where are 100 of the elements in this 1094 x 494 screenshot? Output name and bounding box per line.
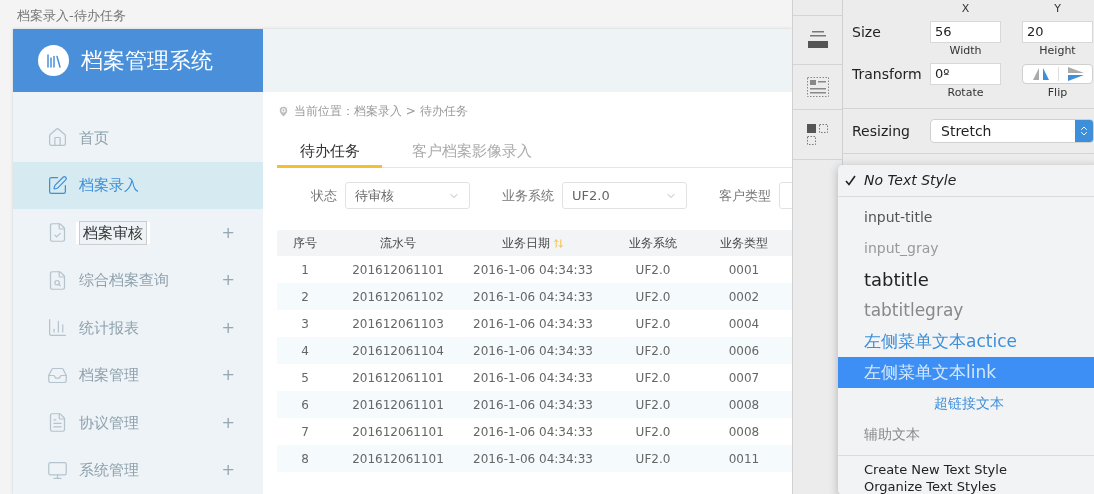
table-cell-text: 1 [301,261,309,279]
expand-sign[interactable]: + [221,224,235,241]
filter-label: 业务系统 [502,186,554,205]
flip-horizontal-icon[interactable] [1031,68,1050,80]
table-cell-text: 6 [301,396,309,414]
menu-item[interactable]: input_gray [838,233,1094,264]
expand-sign[interactable]: + [221,462,235,479]
align-bottom-icon[interactable] [805,30,830,50]
menu-item[interactable]: 辅助文本 [838,419,1094,450]
axis-label: X [960,1,971,16]
column-header[interactable]: 业务日期 [502,234,564,252]
sidebar-item[interactable]: 统计报表 + [13,304,263,352]
select-value: 待审核 [355,186,394,205]
table-cell-text: 0001 [728,261,760,279]
number-field[interactable]: 20 [1022,21,1093,43]
document-check-icon [47,222,68,244]
house-icon [47,127,68,149]
table-cell-text: 4 [301,342,309,360]
table-cell-text: 7 [301,423,309,441]
table-cell-text: 0008 [728,396,760,414]
sidebar-item[interactable]: 首页 [13,114,263,162]
location-pin-icon [277,104,290,118]
menu-item-label: No Text Style [864,170,957,190]
checkmark-icon [845,174,856,186]
artboard-title: 档案录入-待办任务 [17,6,126,25]
table-cell-text: 3 [301,315,309,333]
sidebar-item[interactable]: 综合档案查询 + [13,256,263,304]
axis-label: Y [1053,1,1062,16]
field-caption: Height [1038,43,1077,59]
breadcrumb: 当前位置：档案录入 > 待办任务 [294,103,468,120]
column-header: 流水号 [380,235,416,252]
edit-icon [47,174,68,196]
sidebar-label: 档案管理 [79,365,139,386]
number-field[interactable]: 0º [930,63,1001,85]
menu-item[interactable]: Organize Text Styles [838,478,1094,494]
field-caption: Rotate [946,85,985,101]
filter-label: 状态 [311,186,337,205]
table-cell-text: 2016-1-06 04:34:33 [473,369,593,387]
table-cell-text: 201612061101 [352,423,444,441]
menu-item[interactable]: tabtitlegray [838,295,1094,326]
sidebar-label: 首页 [79,127,109,149]
select-value: UF2.0 [572,186,610,205]
table-cell-text: UF2.0 [635,369,671,387]
flip-control[interactable] [1022,64,1093,84]
expand-sign[interactable]: + [221,367,235,384]
sidebar-item[interactable]: 系统管理 + [13,446,263,494]
sidebar-label: 档案录入 [79,175,139,196]
number-field[interactable]: 56 [930,21,1001,43]
flip-vertical-icon[interactable] [1067,67,1084,81]
resizing-select[interactable]: Stretch [930,119,1094,143]
tab[interactable]: 客户档案影像录入 [392,138,552,168]
size-label: Size [852,22,882,42]
table-cell-text: 2016-1-06 04:34:33 [473,423,593,441]
sidebar-item[interactable]: 档案管理 + [13,351,263,399]
table-cell-text: 2016-1-06 04:34:33 [473,342,593,360]
menu-item[interactable]: tabtitle [838,264,1094,295]
sidebar-item[interactable]: 协议管理 + [13,399,263,447]
menu-item[interactable]: Create New Text Style [838,461,1094,478]
sidebar-item[interactable]: 档案审核 + [13,209,263,257]
menu-item[interactable]: 左侧菜单文本link [838,357,1094,388]
tab[interactable]: 待办任务 [277,138,382,168]
filter-select[interactable]: 待审核 [345,182,470,209]
table-cell-text: 2016-1-06 04:34:33 [473,396,593,414]
resizing-label: Resizing [852,121,911,141]
layout-icon[interactable] [806,77,829,97]
monitor-icon [47,459,68,481]
table-cell-text: UF2.0 [635,261,671,279]
table-cell-text: 8 [301,450,309,468]
grid-icon[interactable] [805,122,830,147]
table-cell-text: 201612061101 [352,369,444,387]
expand-sign[interactable]: + [221,319,235,336]
table-cell-text: 0006 [728,342,760,360]
table-cell-text: UF2.0 [635,450,671,468]
table-cell-text: 201612061104 [352,342,444,360]
menu-item[interactable]: 超链接文本 [838,388,1094,419]
document-search-icon [47,269,68,291]
sidebar-label: 统计报表 [79,317,139,339]
table-cell-text: 201612061102 [352,288,444,306]
table-cell-text: 2016-1-06 04:34:33 [473,288,593,306]
filter-select[interactable]: UF2.0 [562,182,687,209]
menu-item[interactable]: 左侧菜单文本actice [838,326,1094,357]
sidebar-label: 档案审核 [79,220,147,245]
table-cell-text: UF2.0 [635,423,671,441]
expand-sign[interactable]: + [221,414,235,431]
expand-sign[interactable]: + [221,272,235,289]
column-header: 业务类型 [720,235,768,252]
table-cell-text: UF2.0 [635,396,671,414]
menu-item[interactable]: input-title [838,202,1094,233]
menu-item[interactable]: No Text Style [838,169,1094,191]
table-cell-text: 201612061101 [352,450,444,468]
table-cell-text: 0007 [728,369,760,387]
table-cell-text: 2016-1-06 04:34:33 [473,315,593,333]
field-caption: Width [948,43,983,59]
stepper-icon [1078,125,1090,137]
sidebar-item[interactable]: 档案录入 [13,161,263,209]
logo-icon [38,45,69,76]
column-header: 序号 [293,235,317,252]
table-cell-text: 2 [301,288,309,306]
select-value: Stretch [941,121,992,141]
table-cell-text: UF2.0 [635,315,671,333]
